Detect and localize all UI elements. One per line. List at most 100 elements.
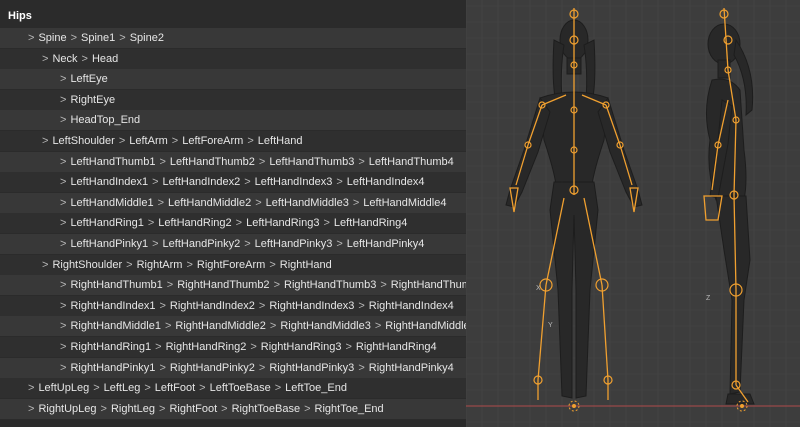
outliner-row[interactable]: > RightUpLeg > RightLeg > RightFoot > RightToeB… [0, 398, 466, 419]
outliner-row[interactable]: > RightHandIndex1 > RightHandIndex2 > RightHa… [0, 295, 466, 316]
bone-name[interactable]: RightHandMiddle4 [385, 320, 466, 332]
3d-viewport[interactable]: X Y Z [466, 0, 800, 427]
outliner-row[interactable]: > RightHandMiddle1 > RightHandMiddle2 > Right… [0, 316, 466, 337]
side-view-character[interactable]: Z [703, 7, 755, 412]
expand-chevron-icon[interactable]: > [28, 403, 34, 415]
expand-chevron-icon[interactable]: > [60, 176, 66, 188]
outliner-row[interactable]: > RightEye [0, 89, 466, 110]
bone-name[interactable]: RightHandMiddle2 [175, 320, 266, 332]
bone-name[interactable]: LeftFoot [155, 382, 195, 394]
bone-name[interactable]: RightForeArm [197, 259, 265, 271]
expand-chevron-icon[interactable]: > [60, 300, 66, 312]
bone-name[interactable]: LeftHandMiddle2 [168, 197, 251, 209]
outliner-row[interactable]: > LeftShoulder > LeftArm > LeftForeArm > LeftHa… [0, 131, 466, 151]
bone-name[interactable]: LeftHandThumb3 [269, 156, 354, 168]
bone-name[interactable]: LeftHandRing2 [158, 217, 231, 229]
outliner-row[interactable]: > Spine > Spine1 > Spine2 [0, 28, 466, 48]
bone-name[interactable]: LeftHandRing3 [246, 217, 319, 229]
bone-name[interactable]: LeftHandPinky3 [255, 238, 333, 250]
bone-name[interactable]: LeftHandMiddle4 [363, 197, 446, 209]
bone-name[interactable]: HeadTop_End [70, 114, 140, 126]
expand-chevron-icon[interactable]: > [60, 341, 66, 353]
bone-name[interactable]: LeftHandMiddle1 [70, 197, 153, 209]
bone-name[interactable]: RightToe_End [315, 403, 384, 415]
bone-name[interactable]: RightHandPinky4 [369, 362, 454, 374]
bone-name[interactable]: RightEye [70, 94, 115, 106]
bone-name[interactable]: RightHandPinky1 [70, 362, 155, 374]
outliner-row[interactable]: > RightShoulder > RightArm > RightForeArm > Rig… [0, 254, 466, 275]
expand-chevron-icon[interactable]: > [28, 382, 34, 394]
viewport-canvas[interactable]: X Y Z [466, 0, 800, 427]
bone-name[interactable]: LeftEye [70, 73, 107, 85]
bone-name[interactable]: RightHandRing4 [356, 341, 437, 353]
bone-name[interactable]: RightFoot [169, 403, 217, 415]
expand-chevron-icon[interactable]: > [42, 53, 48, 65]
outliner-row[interactable]: > RightHandThumb1 > RightHandThumb2 > RightHa… [0, 275, 466, 296]
bone-name[interactable]: LeftForeArm [182, 135, 243, 147]
expand-chevron-icon[interactable]: > [60, 279, 66, 291]
expand-chevron-icon[interactable]: > [60, 197, 66, 209]
bone-name[interactable]: RightHandIndex3 [269, 300, 354, 312]
bone-name[interactable]: RightHand [280, 259, 332, 271]
bone-name[interactable]: LeftHandIndex3 [255, 176, 333, 188]
outliner-row[interactable]: > RightHandPinky1 > RightHandPinky2 > RightHa… [0, 357, 466, 378]
bone-name[interactable]: LeftHandThumb1 [70, 156, 155, 168]
bone-name[interactable]: RightHandRing2 [166, 341, 247, 353]
outliner-row[interactable]: > Neck > Head [0, 48, 466, 69]
outliner-row[interactable]: > HeadTop_End [0, 110, 466, 131]
bone-name[interactable]: LeftHandThumb2 [170, 156, 255, 168]
bone-name[interactable]: LeftUpLeg [38, 382, 89, 394]
bone-name[interactable]: RightShoulder [52, 259, 122, 271]
bone-name[interactable]: LeftHandPinky1 [70, 238, 148, 250]
bone-name[interactable]: Head [92, 53, 118, 65]
bone-name[interactable]: RightHandThumb4 [391, 279, 466, 291]
bone-name[interactable]: LeftHandPinky4 [347, 238, 425, 250]
bone-name[interactable]: LeftToe_End [285, 382, 347, 394]
expand-chevron-icon[interactable]: > [60, 156, 66, 168]
expand-chevron-icon[interactable]: > [60, 94, 66, 106]
expand-chevron-icon[interactable]: > [60, 73, 66, 85]
bone-name[interactable]: RightHandMiddle3 [280, 320, 371, 332]
bone-name[interactable]: RightHandRing1 [70, 341, 151, 353]
outliner-row[interactable]: > LeftEye [0, 69, 466, 90]
expand-chevron-icon[interactable]: > [60, 362, 66, 374]
bone-name[interactable]: RightHandIndex1 [70, 300, 155, 312]
outliner-row[interactable]: > LeftHandRing1 > LeftHandRing2 > LeftHandRin… [0, 213, 466, 234]
bone-name[interactable]: RightToeBase [232, 403, 301, 415]
expand-chevron-icon[interactable]: > [60, 238, 66, 250]
bone-name[interactable]: RightHandThumb2 [177, 279, 269, 291]
bone-name[interactable]: LeftHand [258, 135, 303, 147]
bone-name[interactable]: RightHandMiddle1 [70, 320, 161, 332]
bone-name[interactable]: LeftArm [129, 135, 168, 147]
outliner-row[interactable]: > LeftHandMiddle1 > LeftHandMiddle2 > LeftHan… [0, 192, 466, 213]
bone-name[interactable]: Spine [38, 32, 66, 44]
outliner-row[interactable]: > LeftUpLeg > LeftLeg > LeftFoot > LeftToeBase >… [0, 378, 466, 399]
bone-name[interactable]: LeftHandMiddle3 [266, 197, 349, 209]
bone-name[interactable]: LeftHandRing4 [334, 217, 407, 229]
expand-chevron-icon[interactable]: > [60, 114, 66, 126]
bone-name[interactable]: RightLeg [111, 403, 155, 415]
bone-name[interactable]: LeftLeg [104, 382, 141, 394]
bone-name[interactable]: Spine1 [81, 32, 115, 44]
bone-name[interactable]: RightUpLeg [38, 403, 96, 415]
bone-name[interactable]: RightHandPinky2 [170, 362, 255, 374]
bone-name[interactable]: LeftToeBase [210, 382, 271, 394]
expand-chevron-icon[interactable]: > [28, 32, 34, 44]
expand-chevron-icon[interactable]: > [60, 320, 66, 332]
bone-name[interactable]: LeftHandThumb4 [369, 156, 454, 168]
outliner-row-root[interactable]: Hips [0, 6, 466, 26]
front-view-character[interactable]: X Y [505, 8, 643, 412]
outliner-row[interactable]: > LeftHandPinky1 > LeftHandPinky2 > LeftHandP… [0, 234, 466, 254]
bone-name[interactable]: RightHandRing3 [261, 341, 342, 353]
bone-name[interactable]: RightHandIndex2 [170, 300, 255, 312]
bone-name[interactable]: RightHandIndex4 [369, 300, 454, 312]
bone-name[interactable]: RightHandThumb3 [284, 279, 376, 291]
outliner-row[interactable]: > LeftHandThumb1 > LeftHandThumb2 > LeftHandT… [0, 151, 466, 172]
expand-chevron-icon[interactable]: > [42, 259, 48, 271]
bone-name[interactable]: Neck [52, 53, 77, 65]
bone-name[interactable]: RightArm [137, 259, 183, 271]
bone-name[interactable]: LeftHandIndex2 [163, 176, 241, 188]
bone-name[interactable]: LeftShoulder [52, 135, 114, 147]
expand-chevron-icon[interactable]: > [60, 217, 66, 229]
bone-name[interactable]: LeftHandRing1 [70, 217, 143, 229]
